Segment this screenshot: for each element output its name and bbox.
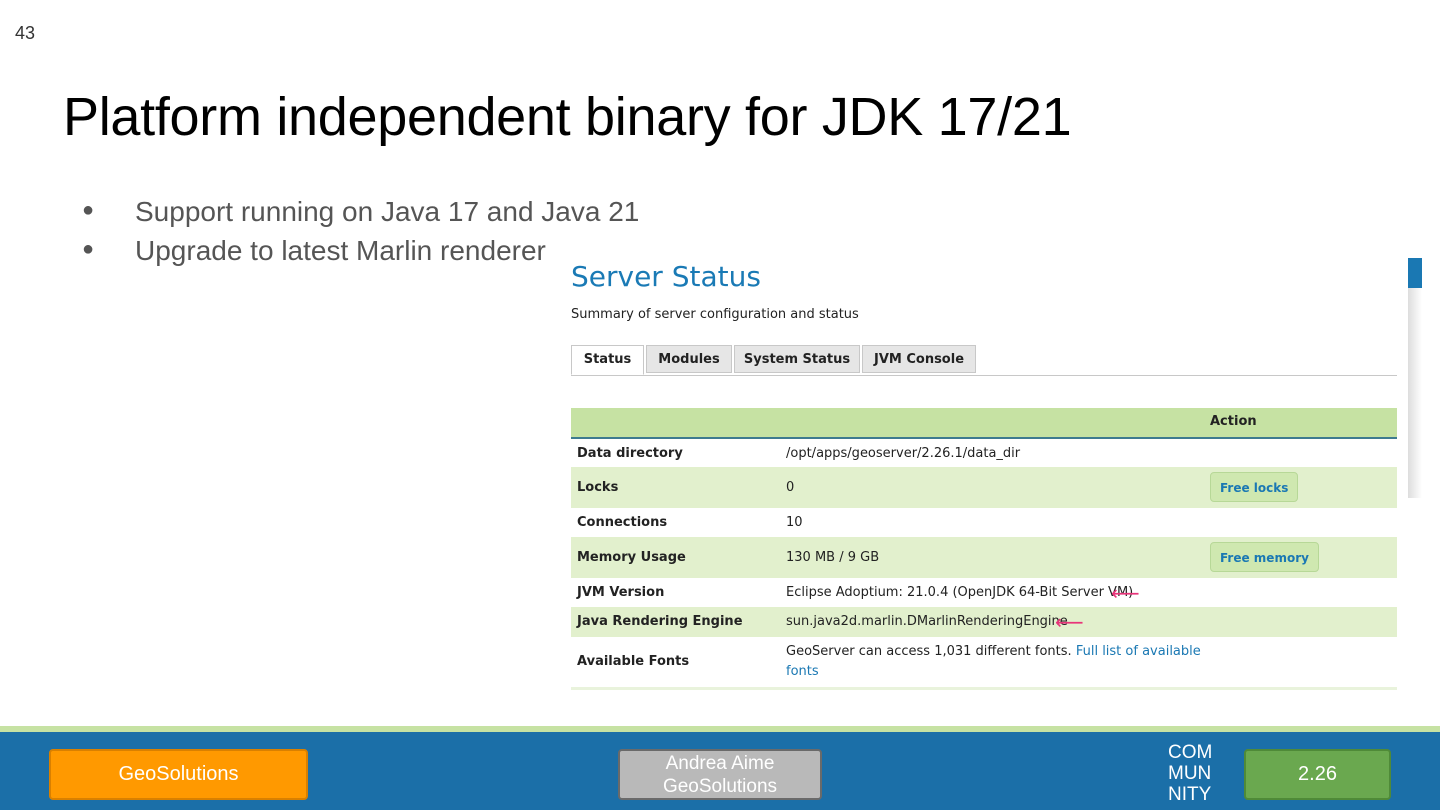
tab-modules[interactable]: Modules (646, 345, 732, 373)
row-value: 130 MB / 9 GB (786, 550, 880, 565)
server-status-summary: Summary of server configuration and stat… (571, 307, 859, 322)
table-footer-strip (571, 687, 1397, 690)
arrow-left-icon: ⟵ (1111, 581, 1140, 605)
tab-jvm-console[interactable]: JVM Console (862, 345, 976, 373)
free-locks-button[interactable]: Free locks (1210, 472, 1299, 502)
bullet-dot-icon: ● (82, 238, 95, 260)
row-value: Eclipse Adoptium: 21.0.4 (OpenJDK 64-Bit… (786, 585, 1134, 600)
row-label: Memory Usage (577, 550, 686, 565)
community-line: COM (1168, 742, 1213, 763)
table-row: Available Fonts GeoServer can access 1,0… (571, 637, 1397, 687)
table-row: Connections 10 (571, 508, 1397, 537)
community-label: COM MUN NITY (1168, 742, 1212, 805)
row-value: GeoServer can access 1,031 different fon… (786, 644, 1201, 659)
table-header: Action (571, 408, 1397, 439)
free-memory-button[interactable]: Free memory (1210, 542, 1319, 572)
table-row: Memory Usage 130 MB / 9 GB Free memory (571, 537, 1397, 578)
row-value: 10 (786, 515, 803, 530)
server-status-title: Server Status (571, 260, 761, 293)
row-value: 0 (786, 480, 795, 495)
table-row: JVM Version Eclipse Adoptium: 21.0.4 (Op… (571, 578, 1397, 607)
community-line: MUN (1168, 763, 1212, 784)
fonts-list-link-continued[interactable]: fonts (786, 664, 819, 679)
row-value: sun.java2d.marlin.DMarlinRenderingEngine (786, 614, 1068, 629)
bullet-text: Support running on Java 17 and Java 21 (135, 196, 640, 227)
status-table: Action Data directory /opt/apps/geoserve… (571, 408, 1397, 690)
fonts-list-link[interactable]: Full list of available (1076, 644, 1201, 659)
row-label: JVM Version (577, 585, 665, 600)
author-org: GeoSolutions (662, 776, 778, 797)
slide-footer: GeoSolutions Andrea Aime GeoSolutions CO… (0, 732, 1440, 810)
tab-bar: Status Modules System Status JVM Console (571, 345, 1397, 376)
slide-title: Platform independent binary for JDK 17/2… (63, 87, 1072, 147)
row-label: Java Rendering Engine (577, 614, 743, 629)
author-name: Andrea Aime (665, 753, 775, 774)
community-line: NITY (1168, 784, 1212, 805)
row-value: /opt/apps/geoserver/2.26.1/data_dir (786, 446, 1021, 461)
row-label: Locks (577, 480, 619, 495)
table-row: Data directory /opt/apps/geoserver/2.26.… (571, 439, 1397, 467)
author-badge: Andrea Aime GeoSolutions (618, 749, 822, 800)
scrollbar-thumb[interactable] (1408, 258, 1422, 288)
bullet-text: Upgrade to latest Marlin renderer (135, 235, 546, 266)
row-label: Available Fonts (577, 654, 690, 669)
slide-number: 43 (15, 23, 36, 43)
tab-status[interactable]: Status (571, 345, 644, 375)
bullet-dot-icon: ● (82, 199, 95, 221)
row-label: Data directory (577, 446, 683, 461)
screenshot-scrollbar[interactable] (1408, 258, 1422, 498)
company-badge: GeoSolutions (49, 749, 308, 800)
action-column-header: Action (1210, 414, 1257, 429)
version-badge: 2.26 (1244, 749, 1391, 800)
table-row: Java Rendering Engine sun.java2d.marlin.… (571, 607, 1397, 637)
arrow-left-icon: ⟵ (1055, 610, 1084, 634)
server-status-screenshot: Server Status Summary of server configur… (560, 258, 1408, 690)
row-label: Connections (577, 515, 668, 530)
fonts-summary-text: GeoServer can access 1,031 different fon… (786, 644, 1072, 659)
tab-system-status[interactable]: System Status (734, 345, 860, 373)
table-row: Locks 0 Free locks (571, 467, 1397, 508)
